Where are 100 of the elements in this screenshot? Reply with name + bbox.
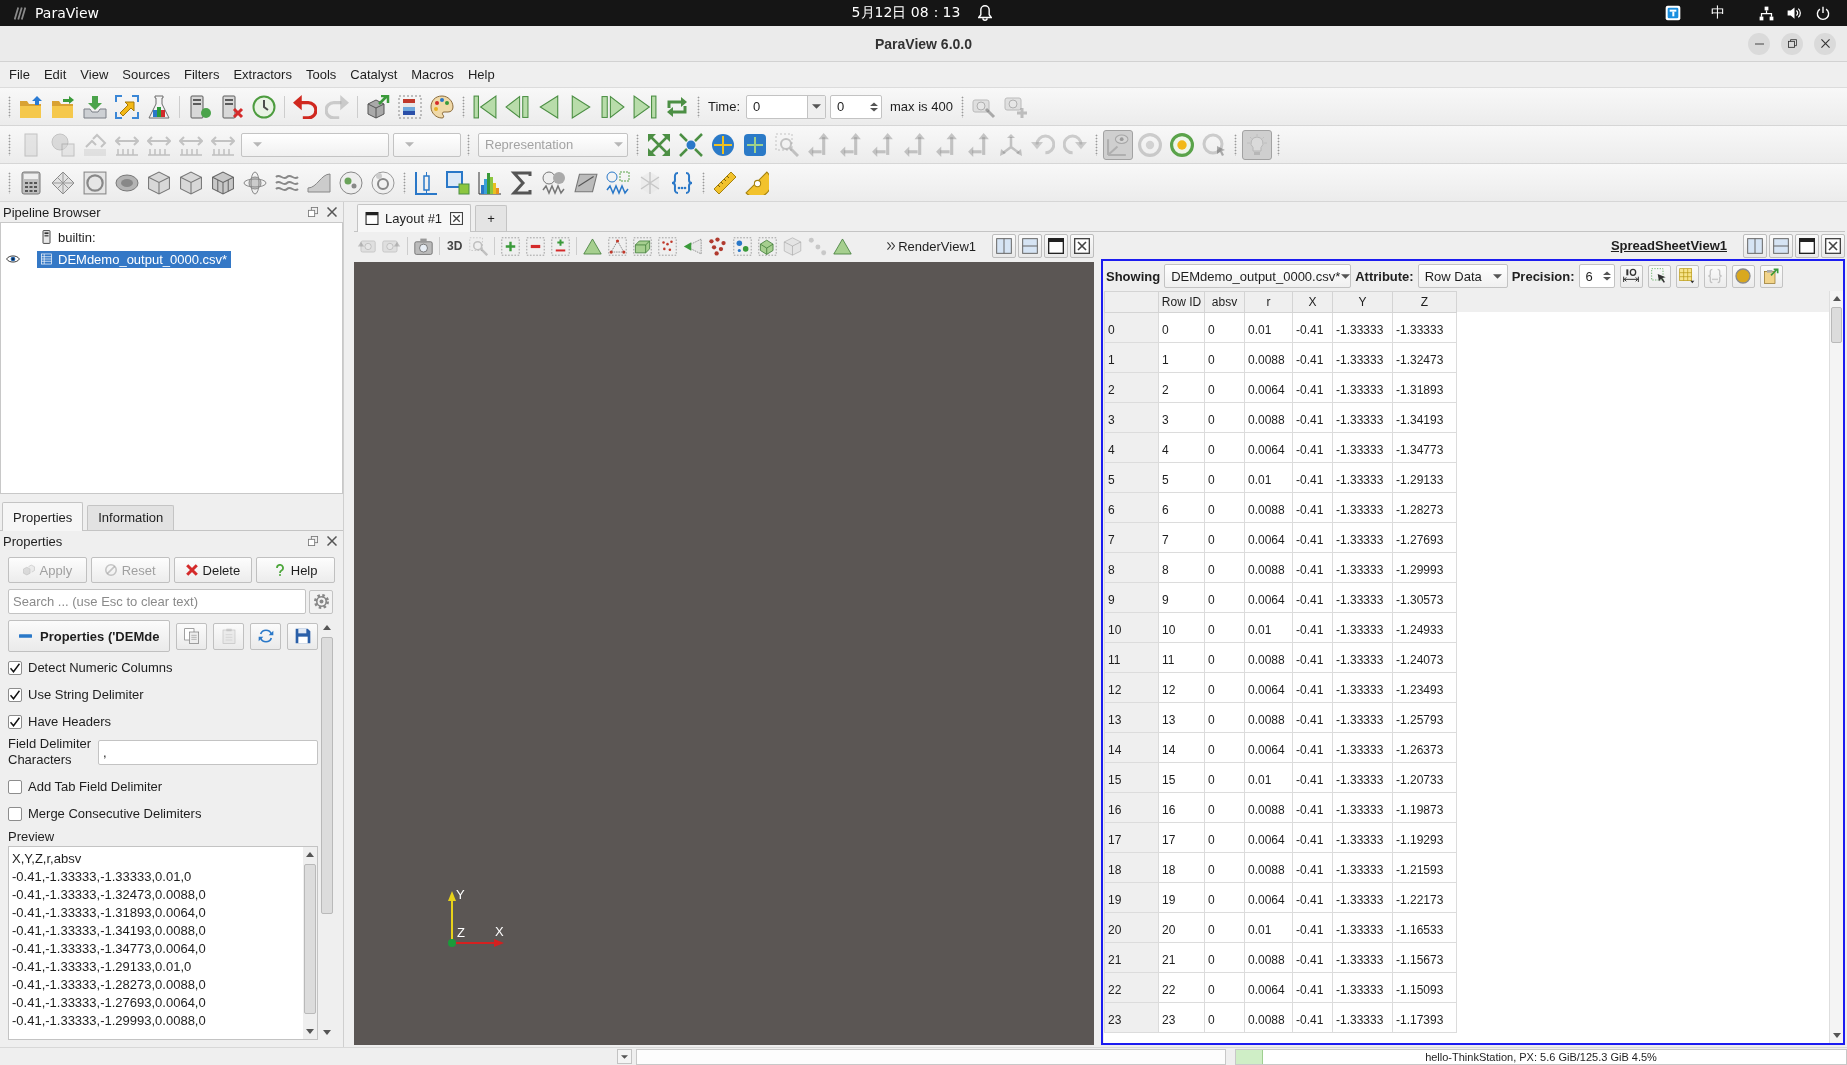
tool-button[interactable]	[1619, 264, 1643, 288]
tree-item[interactable]: DEMdemo_output_0000.csv*	[37, 250, 232, 268]
menu-item[interactable]: Catalyst	[343, 64, 405, 85]
flask-icon[interactable]	[147, 94, 171, 119]
column-header[interactable]: Row ID	[1158, 291, 1205, 313]
help-button[interactable]: Help	[256, 557, 335, 583]
toggle-button[interactable]: 3D	[443, 239, 467, 253]
bell-icon[interactable]	[978, 5, 993, 21]
scrollbar-thumb[interactable]	[321, 637, 333, 914]
split-horizontal-button[interactable]	[1743, 233, 1767, 258]
triangle-icon[interactable]	[583, 236, 603, 256]
skip-end-icon[interactable]	[633, 94, 657, 119]
close-icon[interactable]	[450, 212, 464, 225]
circles-wave-icon[interactable]	[542, 170, 566, 195]
checkbox[interactable]	[8, 714, 22, 729]
refresh-button[interactable]	[250, 622, 281, 650]
column-header[interactable]: r	[1244, 291, 1293, 313]
input-method[interactable]: 中	[1711, 4, 1725, 22]
cube-icon[interactable]	[211, 170, 235, 195]
plus-minus-icon[interactable]	[551, 236, 571, 256]
text-field[interactable]: ,	[98, 739, 318, 765]
download-icon[interactable]	[83, 94, 107, 119]
chevrons-icon[interactable]	[887, 242, 896, 250]
wave-chart-icon[interactable]	[606, 170, 630, 195]
play-reverse-icon[interactable]	[537, 94, 561, 119]
split-vertical-button[interactable]	[1018, 234, 1042, 258]
minimize-button[interactable]	[1748, 32, 1770, 55]
undo-icon[interactable]	[293, 94, 317, 119]
cube-icon[interactable]	[366, 94, 390, 119]
play-icon[interactable]	[569, 94, 593, 119]
search-field[interactable]: Search ... (use Esc to clear text)	[8, 589, 306, 614]
skip-start-icon[interactable]	[473, 94, 497, 119]
network-icon[interactable]	[1759, 5, 1774, 21]
power-icon[interactable]	[1816, 5, 1830, 21]
checkbox[interactable]	[8, 660, 22, 675]
menu-item[interactable]: Macros	[404, 64, 461, 85]
menu-item[interactable]: Sources	[115, 64, 177, 85]
arrow-up-icon[interactable]	[323, 625, 331, 630]
split-horizontal-button[interactable]	[992, 234, 1016, 258]
menu-item[interactable]: Tools	[298, 64, 344, 85]
checkbox[interactable]	[8, 779, 22, 794]
menu-item[interactable]: Filters	[177, 64, 227, 85]
loop-icon[interactable]	[665, 94, 689, 119]
plus-icon[interactable]	[501, 236, 521, 256]
app-icon[interactable]	[1665, 5, 1681, 21]
dropdown[interactable]: 0	[746, 94, 827, 119]
globe-icon[interactable]	[711, 132, 735, 157]
scrollbar[interactable]	[303, 847, 317, 1039]
column-header[interactable]: Z	[1392, 291, 1457, 313]
column-header[interactable]: X	[1292, 291, 1333, 313]
cube-icon[interactable]	[147, 170, 171, 195]
box-icon[interactable]	[633, 236, 653, 256]
calculator-icon[interactable]	[19, 170, 43, 195]
abort-button[interactable]	[617, 1049, 632, 1064]
arrow-icon[interactable]	[115, 94, 139, 119]
checkbox[interactable]	[8, 806, 22, 821]
cube-icon[interactable]	[758, 236, 778, 256]
cube-icon[interactable]	[179, 170, 203, 195]
arrow-down-icon[interactable]	[1832, 1033, 1841, 1038]
menu-item[interactable]: Edit	[36, 64, 74, 85]
section-header[interactable]: Properties ('DEMde	[8, 620, 170, 652]
scrollbar-thumb[interactable]	[1831, 307, 1842, 343]
target-icon[interactable]	[1170, 132, 1194, 157]
close-button[interactable]	[1814, 32, 1836, 55]
triangle-icon[interactable]	[683, 236, 703, 256]
color-bar-icon[interactable]	[398, 94, 422, 119]
layout-tab[interactable]: Layout #1	[357, 204, 472, 232]
settings-button[interactable]	[309, 589, 333, 614]
folder-icon[interactable]	[19, 94, 43, 119]
speaker-icon[interactable]	[1787, 6, 1802, 20]
tab[interactable]: Information	[87, 505, 175, 530]
camera-icon[interactable]	[414, 236, 433, 256]
clock-icon[interactable]	[252, 94, 276, 119]
menu-item[interactable]: File	[2, 64, 37, 85]
save-button[interactable]	[287, 622, 318, 650]
bar-chart-icon[interactable]	[478, 170, 502, 195]
server-icon[interactable]	[188, 94, 212, 119]
braces-icon[interactable]	[670, 170, 694, 195]
checkbox[interactable]	[8, 687, 22, 702]
arrow-up-icon[interactable]	[1832, 296, 1841, 301]
step-back-icon[interactable]	[505, 94, 529, 119]
points-icon[interactable]	[708, 236, 728, 256]
float-icon[interactable]	[308, 207, 318, 217]
ramp-icon[interactable]	[307, 170, 331, 195]
spin-box[interactable]: 0	[830, 94, 883, 119]
dropdown[interactable]: Row Data	[1417, 264, 1508, 288]
view-title[interactable]: SpreadSheetView1	[1610, 238, 1727, 253]
arrow-up-icon[interactable]	[306, 852, 314, 857]
copy-button[interactable]	[176, 622, 207, 650]
scrollbar[interactable]	[1829, 291, 1843, 1043]
clip-box-icon[interactable]	[83, 170, 107, 195]
chart-icon[interactable]	[414, 170, 438, 195]
circle-icon[interactable]	[339, 170, 363, 195]
close-icon[interactable]	[327, 536, 337, 546]
step-forward-icon[interactable]	[601, 94, 625, 119]
minus-icon[interactable]	[526, 236, 546, 256]
menu-item[interactable]: Extractors	[226, 64, 299, 85]
points-icon[interactable]	[658, 236, 678, 256]
restore-button[interactable]	[1781, 32, 1803, 55]
eye-icon[interactable]	[6, 255, 20, 263]
